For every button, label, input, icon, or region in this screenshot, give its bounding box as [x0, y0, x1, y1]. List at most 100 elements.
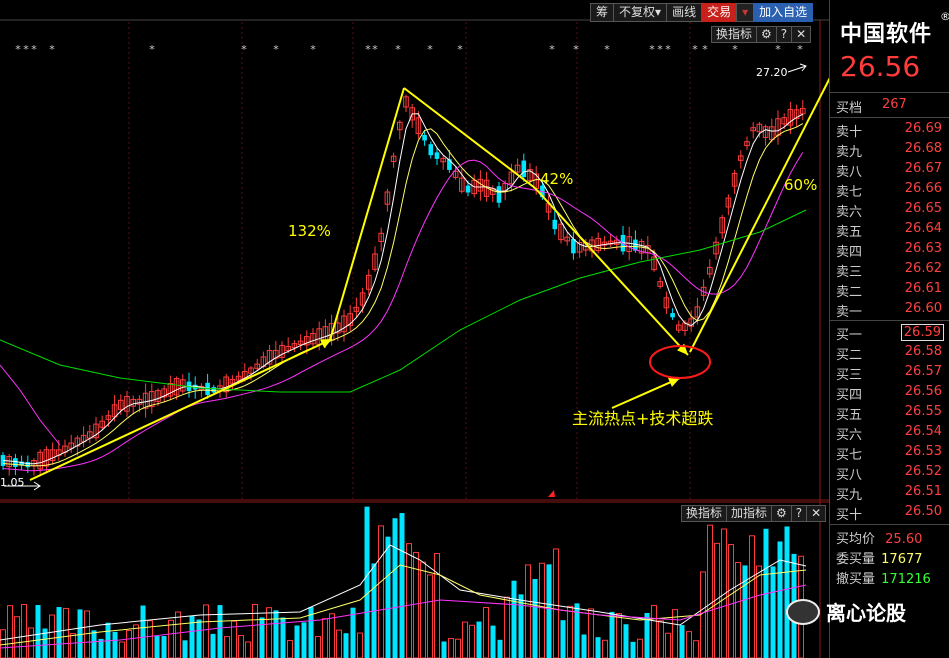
buy-level-row[interactable]: 买五 26.55: [834, 403, 949, 423]
event-marker: *: [427, 43, 433, 56]
trade-button[interactable]: 交易: [701, 3, 738, 22]
candle-body: [211, 387, 217, 393]
volume-bar: [490, 625, 496, 658]
chip-button[interactable]: 筹: [590, 3, 615, 22]
volume-bar: [392, 518, 398, 658]
volume-bar: [357, 632, 363, 658]
volume-bar: [707, 524, 713, 658]
volume-bar: [469, 624, 475, 658]
help-icon[interactable]: ?: [775, 26, 793, 43]
volume-bar: [777, 541, 783, 658]
volume-bar: [616, 613, 622, 658]
volume-bar: [546, 564, 552, 658]
trade-dropdown-icon[interactable]: ▾: [736, 3, 755, 22]
volume-bar: [609, 611, 615, 658]
volume-gear-icon[interactable]: ⚙: [771, 505, 792, 522]
buy-level-row[interactable]: 买七 26.53: [834, 443, 949, 463]
candle-body: [521, 160, 527, 178]
sell-level-row[interactable]: 卖十 26.69: [834, 120, 949, 140]
add-watchlist-button[interactable]: 加入自选: [753, 3, 814, 22]
sell-level-row[interactable]: 卖八 26.67: [834, 160, 949, 180]
sell-level-row[interactable]: 卖一 26.60: [834, 300, 949, 320]
gear-icon[interactable]: ⚙: [756, 26, 777, 43]
buy-level-row[interactable]: 买一 26.59: [834, 323, 949, 343]
buy-level-row[interactable]: 买十 26.50: [834, 503, 949, 523]
buy-level-row[interactable]: 买三 26.57: [834, 363, 949, 383]
volume-bar: [581, 634, 587, 658]
wechat-icon: [786, 598, 820, 625]
candle-body: [465, 185, 471, 193]
event-marker: *: [604, 43, 610, 56]
trend-line-1: [29, 339, 331, 481]
avg-buy-row: 买均价 25.60: [836, 532, 923, 547]
high-pointer: [787, 63, 807, 73]
drawline-button[interactable]: 画线: [666, 3, 703, 22]
restore-dropdown[interactable]: 不复权▾: [613, 3, 668, 22]
candle-body: [571, 238, 576, 254]
ma20-start: [0, 364, 61, 446]
event-marker: *: [657, 43, 663, 56]
gain-label-132: 132%: [288, 222, 331, 240]
sell-level-row[interactable]: 卖七 26.66: [834, 180, 949, 200]
buy-level-row[interactable]: 买二 26.58: [834, 343, 949, 363]
volume-bar: [756, 565, 762, 658]
sell-level-row[interactable]: 卖六 26.65: [834, 200, 949, 220]
volume-bar: [770, 566, 776, 658]
volume-bar: [224, 636, 230, 658]
volume-bar: [245, 641, 251, 658]
watermark: 离心论股: [786, 597, 906, 626]
volume-bar: [294, 625, 300, 658]
volume-bar: [567, 605, 573, 658]
volume-bar: [364, 506, 370, 658]
volume-bar: [315, 636, 321, 658]
sell-level-row[interactable]: 卖四 26.63: [834, 240, 949, 260]
change-indicator-button[interactable]: 换指标: [711, 26, 758, 43]
kline-chart[interactable]: * * * * * * * * * * * * * * * * * * * * * * * *1.0527.20132%42%…: [0, 0, 829, 658]
volume-bar: [588, 608, 594, 658]
volume-bar: [420, 561, 426, 658]
sell-level-row[interactable]: 卖三 26.62: [834, 260, 949, 280]
event-marker: *: [310, 43, 316, 56]
volume-help-icon[interactable]: ?: [790, 505, 808, 522]
volume-bar: [630, 641, 636, 658]
entrust-buy-row: 委买量 17677: [836, 552, 923, 567]
volume-bar: [434, 553, 440, 658]
sell-level-row[interactable]: 卖二 26.61: [834, 280, 949, 300]
volume-bar: [266, 607, 272, 658]
volume-bar: [742, 565, 748, 658]
volume-bar: [63, 607, 69, 658]
buy-level-row[interactable]: 买八 26.52: [834, 463, 949, 483]
volume-bar: [119, 641, 125, 658]
volume-bar: [168, 619, 174, 658]
sell-level-row[interactable]: 卖五 26.64: [834, 220, 949, 240]
candle-body: [670, 313, 675, 318]
volume-bar: [126, 629, 132, 658]
close-icon[interactable]: ✕: [791, 26, 812, 43]
volume-bar: [49, 614, 55, 658]
buy-level-row[interactable]: 买六 26.54: [834, 423, 949, 443]
volume-bar: [287, 639, 293, 658]
cancel-buy-row: 撤买量 171216: [836, 572, 931, 587]
volume-bar: [77, 609, 83, 658]
volume-add-indicator-button[interactable]: 加指标: [726, 505, 773, 522]
event-marker: *: [797, 43, 803, 56]
volume-bar: [70, 633, 76, 658]
drop-label-42: 42%: [540, 170, 573, 188]
buy-level-row[interactable]: 买四 26.56: [834, 383, 949, 403]
volume-bar: [504, 596, 510, 658]
volume-bar: [518, 594, 524, 658]
last-price: 26.56: [840, 50, 921, 83]
event-marker: *: [702, 43, 708, 56]
volume-change-indicator-button[interactable]: 换指标: [681, 505, 728, 522]
volume-bar: [602, 639, 608, 658]
registered-mark: ®: [940, 10, 949, 23]
volume-bar: [735, 562, 741, 658]
volume-bar: [273, 610, 279, 658]
note-arrow: [611, 377, 681, 409]
sell-level-row[interactable]: 卖九 26.68: [834, 140, 949, 160]
buy-level-row[interactable]: 买九 26.51: [834, 483, 949, 503]
volume-bar: [56, 607, 62, 658]
volume-bar: [112, 631, 118, 658]
volume-bar: [21, 604, 27, 658]
volume-close-icon[interactable]: ✕: [806, 505, 827, 522]
